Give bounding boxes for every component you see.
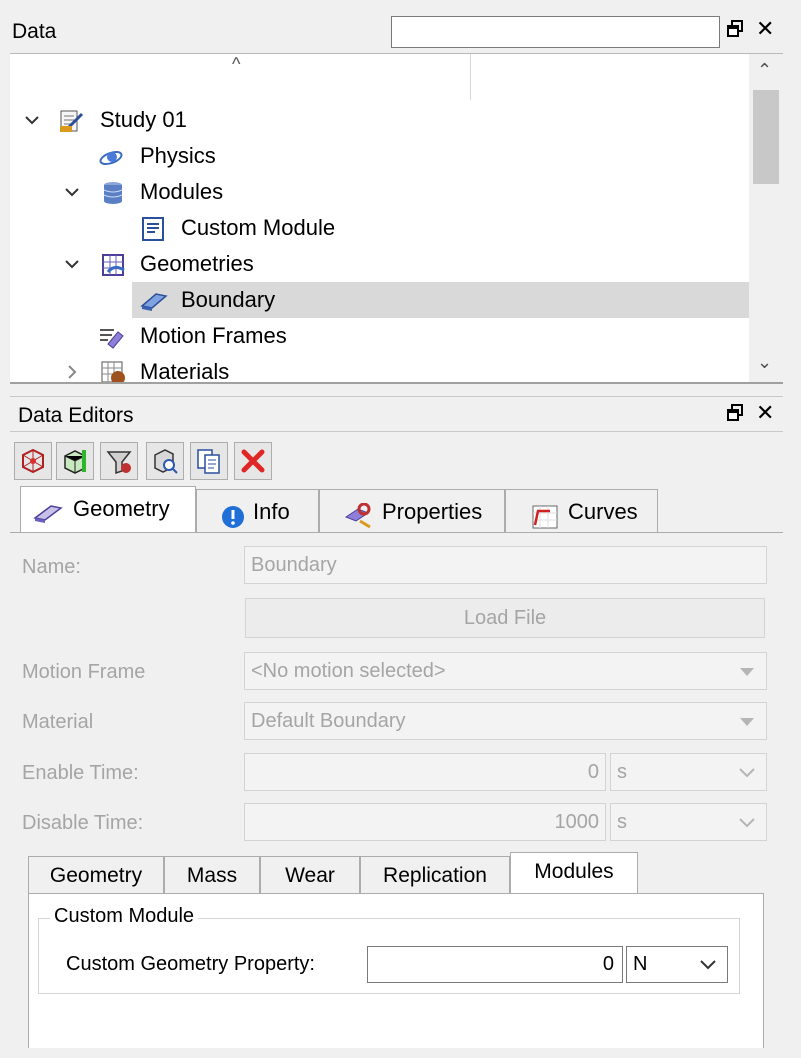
- tree-item-physics[interactable]: Physics: [10, 138, 749, 174]
- motion-frame-select[interactable]: <No motion selected>: [244, 652, 767, 690]
- subtab-wear[interactable]: Wear: [260, 856, 360, 894]
- materials-icon: [100, 360, 125, 382]
- mesh-icon: [22, 448, 44, 474]
- tree-item-label: Custom Module: [181, 215, 336, 240]
- box-button[interactable]: [56, 442, 94, 480]
- disable-time-unit: s: [617, 811, 627, 833]
- tree-item-geometries[interactable]: Geometries: [10, 246, 749, 282]
- copy-icon: [197, 449, 220, 474]
- custom-geometry-property-label: Custom Geometry Property:: [66, 953, 315, 975]
- close-panel-icon[interactable]: ✕: [756, 402, 774, 424]
- collapse-chevron-icon[interactable]: [62, 354, 84, 382]
- enable-time-label: Enable Time:: [22, 762, 139, 784]
- subtab-modules[interactable]: Modules: [510, 852, 638, 895]
- chevron-down-icon: [739, 818, 755, 828]
- data-search-input[interactable]: [391, 16, 720, 48]
- tab-geometry[interactable]: Geometry: [20, 486, 196, 532]
- tree-item-label: Modules: [140, 179, 224, 204]
- tree-item-custom-module[interactable]: Custom Module: [10, 210, 749, 246]
- custom-geometry-property-input[interactable]: 0: [367, 946, 623, 983]
- boundary-icon: [140, 288, 168, 312]
- dropdown-arrow-icon: [740, 668, 754, 676]
- physics-icon: [98, 144, 123, 168]
- tree-item-label: Motion Frames: [140, 323, 287, 348]
- tab-properties[interactable]: Properties: [319, 489, 505, 533]
- disable-time-label: Disable Time:: [22, 812, 144, 834]
- expand-chevron-icon[interactable]: [62, 174, 84, 210]
- tab-label: Geometry: [73, 496, 170, 521]
- delete-icon: [241, 449, 265, 473]
- close-panel-icon[interactable]: ✕: [756, 18, 774, 40]
- load-file-button[interactable]: Load File: [245, 598, 765, 638]
- name-field[interactable]: Boundary: [244, 546, 767, 584]
- disable-time-unit-select[interactable]: s: [610, 803, 767, 841]
- expand-chevron-icon[interactable]: [62, 246, 84, 282]
- inspect-button[interactable]: [146, 442, 184, 480]
- modules-icon: [100, 180, 124, 204]
- data-panel-title: Data: [12, 20, 57, 43]
- float-panel-icon[interactable]: [726, 20, 744, 42]
- tree-item-materials[interactable]: Materials: [10, 354, 749, 384]
- custom-geometry-property-unit: N: [633, 953, 648, 975]
- copy-button[interactable]: [190, 442, 228, 480]
- sort-caret-icon[interactable]: ^: [232, 54, 240, 75]
- tab-info[interactable]: Info: [196, 489, 319, 533]
- column-separator: [470, 54, 471, 100]
- name-label: Name:: [22, 556, 81, 578]
- tree-item-label: Geometries: [140, 251, 254, 276]
- info-icon: [221, 500, 245, 528]
- tree-item-label: Physics: [140, 143, 216, 168]
- geometry-tab-icon: [33, 497, 63, 523]
- motion-frames-icon: [98, 324, 124, 349]
- data-editors-title: Data Editors: [18, 404, 134, 427]
- float-panel-icon[interactable]: [726, 404, 744, 426]
- custom-module-group-title: Custom Module: [50, 905, 199, 928]
- box-icon: [64, 450, 86, 474]
- chevron-down-icon: [700, 960, 716, 970]
- mesh-button[interactable]: [14, 442, 52, 480]
- tree-item-label: Study 01: [100, 107, 187, 132]
- subtab-replication[interactable]: Replication: [360, 856, 510, 894]
- tab-label: Info: [253, 499, 290, 524]
- material-select[interactable]: Default Boundary: [244, 702, 767, 740]
- scroll-up-icon[interactable]: ⌃: [757, 60, 772, 81]
- material-label: Material: [22, 711, 94, 733]
- scroll-down-icon[interactable]: ⌄: [757, 352, 772, 373]
- tree-item-study[interactable]: Study 01: [10, 102, 749, 138]
- enable-time-unit: s: [617, 761, 627, 783]
- disable-time-field[interactable]: 1000: [244, 803, 606, 841]
- enable-time-field[interactable]: 0: [244, 753, 606, 791]
- enable-time-unit-select[interactable]: s: [610, 753, 767, 791]
- tree-item-label: Boundary: [181, 287, 276, 312]
- expand-chevron-icon[interactable]: [22, 102, 44, 138]
- motion-frame-value: <No motion selected>: [251, 660, 446, 682]
- custom-geometry-property-unit-select[interactable]: N: [626, 946, 728, 983]
- data-tree: ^ Study 01 Physics Modules Custom Module…: [10, 54, 783, 384]
- funnel-button[interactable]: [100, 442, 138, 480]
- delete-button[interactable]: [234, 442, 272, 480]
- module-doc-icon: [140, 216, 164, 241]
- curves-icon: [532, 500, 558, 529]
- inspect-icon: [154, 449, 178, 474]
- funnel-icon: [106, 451, 132, 475]
- tree-item-boundary[interactable]: Boundary: [132, 282, 749, 318]
- tree-scrollbar[interactable]: ⌃ ⌄: [749, 54, 783, 382]
- tab-label: Curves: [568, 499, 638, 524]
- tab-label: Properties: [382, 499, 483, 524]
- geometries-icon: [100, 252, 125, 276]
- study-icon: [58, 108, 84, 132]
- material-value: Default Boundary: [251, 710, 406, 732]
- tree-item-label: Materials: [140, 359, 230, 384]
- motion-frame-label: Motion Frame: [22, 661, 146, 683]
- tab-curves[interactable]: Curves: [505, 489, 658, 533]
- tree-item-motion-frames[interactable]: Motion Frames: [10, 318, 749, 354]
- scrollbar-thumb[interactable]: [753, 90, 779, 184]
- chevron-down-icon: [739, 768, 755, 778]
- tree-item-modules[interactable]: Modules: [10, 174, 749, 210]
- subtab-geometry[interactable]: Geometry: [28, 856, 164, 894]
- subtab-mass[interactable]: Mass: [164, 856, 260, 894]
- dropdown-arrow-icon: [740, 718, 754, 726]
- properties-icon: [344, 500, 371, 529]
